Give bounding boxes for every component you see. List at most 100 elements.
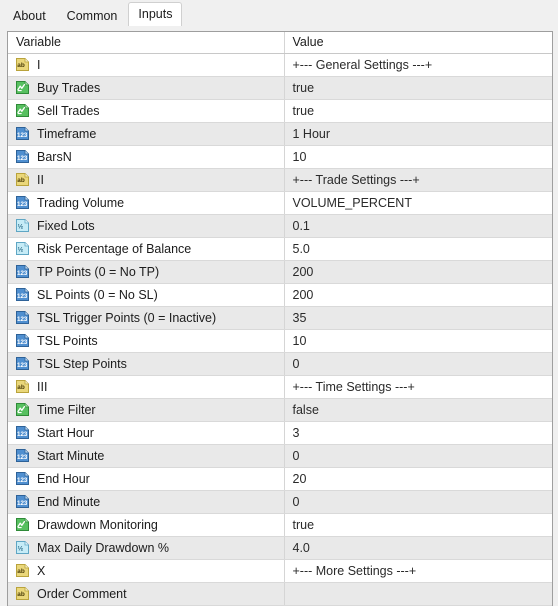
bool-icon [15,517,30,532]
table-row[interactable]: 123 End Minute 0 [8,490,552,514]
int-icon: 123 [15,195,30,210]
table-row[interactable]: 123 TSL Points 10 [8,329,552,353]
table-row[interactable]: Drawdown Monitoring true [8,513,552,537]
string-icon: ab [15,563,30,578]
value-text: 4.0 [292,540,310,555]
variable-cell: ½ Risk Percentage of Balance [8,237,284,261]
double-icon: ½ [15,241,30,256]
value-cell[interactable]: 200 [283,283,552,307]
tab-about[interactable]: About [3,5,56,26]
svg-text:123: 123 [17,339,28,346]
table-row[interactable]: 123 Timeframe 1 Hour [8,122,552,146]
table-row[interactable]: Time Filter false [8,398,552,422]
value-cell[interactable]: +--- General Settings ---+ [283,53,552,77]
tab-common[interactable]: Common [56,5,128,26]
int-icon: 123 [15,333,30,348]
variable-cell: 123 Start Minute [8,444,284,468]
value-cell[interactable]: +--- Time Settings ---+ [283,375,552,399]
table-row[interactable]: 123 Start Minute 0 [8,444,552,468]
variable-cell: 123 TSL Trigger Points (0 = Inactive) [8,306,284,330]
table-row[interactable]: ½ Fixed Lots 0.1 [8,214,552,238]
value-cell[interactable]: 10 [283,145,552,169]
value-cell[interactable]: true [283,513,552,537]
svg-text:123: 123 [17,477,28,484]
table-row[interactable]: ab II +--- Trade Settings ---+ [8,168,552,192]
variable-cell: ab X [8,559,284,583]
variable-cell: ½ Max Daily Drawdown % [8,536,284,560]
table-row[interactable]: ab Order Comment [8,582,552,606]
table-row[interactable]: 123 TSL Trigger Points (0 = Inactive) 35 [8,306,552,330]
int-icon: 123 [15,494,30,509]
svg-text:123: 123 [17,454,28,461]
value-cell[interactable]: true [283,76,552,100]
table-row[interactable]: ab III +--- Time Settings ---+ [8,375,552,399]
value-cell[interactable]: 35 [283,306,552,330]
table-row[interactable]: ½ Risk Percentage of Balance 5.0 [8,237,552,261]
table-row[interactable]: 123 End Hour 20 [8,467,552,491]
table-row[interactable]: Buy Trades true [8,76,552,100]
column-header-variable[interactable]: Variable [8,32,284,54]
table-row[interactable]: 123 TSL Step Points 0 [8,352,552,376]
value-cell[interactable]: 10 [283,329,552,353]
value-cell[interactable] [283,582,552,606]
value-cell[interactable]: true [283,99,552,123]
variable-label: TSL Points [37,333,98,348]
table-row[interactable]: 123 Trading Volume VOLUME_PERCENT [8,191,552,215]
int-icon: 123 [15,126,30,141]
value-cell[interactable]: 0 [283,444,552,468]
variable-cell: 123 TP Points (0 = No TP) [8,260,284,284]
value-text: 10 [292,333,307,348]
table-header-row: Variable Value [8,32,552,54]
int-icon: 123 [15,471,30,486]
table-row[interactable]: Sell Trades true [8,99,552,123]
variable-cell: 123 TSL Points [8,329,284,353]
variable-label: TSL Step Points [37,356,127,371]
value-text: true [292,80,315,95]
value-cell[interactable]: 4.0 [283,536,552,560]
variable-label: Buy Trades [37,80,101,95]
table-row[interactable]: 123 SL Points (0 = No SL) 200 [8,283,552,307]
tab-inputs[interactable]: Inputs [128,2,183,26]
value-cell[interactable]: 0.1 [283,214,552,238]
table-row[interactable]: ab X +--- More Settings ---+ [8,559,552,583]
variable-label: TSL Trigger Points (0 = Inactive) [37,310,217,325]
variable-cell: 123 SL Points (0 = No SL) [8,283,284,307]
value-cell[interactable]: 20 [283,467,552,491]
variable-cell: 123 Timeframe [8,122,284,146]
value-text: 10 [292,149,307,164]
value-cell[interactable]: 5.0 [283,237,552,261]
variable-cell: 123 TSL Step Points [8,352,284,376]
value-text: 0 [292,356,300,371]
table-row[interactable]: 123 Start Hour 3 [8,421,552,445]
table-row[interactable]: 123 TP Points (0 = No TP) 200 [8,260,552,284]
value-text: 1 Hour [292,126,331,141]
variable-cell: ab III [8,375,284,399]
value-cell[interactable]: 3 [283,421,552,445]
table-row[interactable]: ab I +--- General Settings ---+ [8,53,552,77]
value-cell[interactable]: +--- More Settings ---+ [283,559,552,583]
value-cell[interactable]: 0 [283,490,552,514]
column-header-value[interactable]: Value [283,32,552,54]
value-cell[interactable]: 200 [283,260,552,284]
variable-cell: ab I [8,53,284,77]
variable-label: Risk Percentage of Balance [37,241,192,256]
table-row[interactable]: ½ Max Daily Drawdown % 4.0 [8,536,552,560]
int-icon: 123 [15,310,30,325]
svg-text:123: 123 [17,293,28,300]
svg-text:123: 123 [17,500,28,507]
value-cell[interactable]: 1 Hour [283,122,552,146]
value-cell[interactable]: +--- Trade Settings ---+ [283,168,552,192]
svg-text:ab: ab [17,62,25,69]
value-text: +--- Trade Settings ---+ [292,172,420,187]
value-text: true [292,103,315,118]
variable-label: Max Daily Drawdown % [37,540,169,555]
value-text: +--- Time Settings ---+ [292,379,415,394]
value-cell[interactable]: VOLUME_PERCENT [283,191,552,215]
table-row[interactable]: 123 BarsN 10 [8,145,552,169]
svg-text:123: 123 [17,431,28,438]
value-cell[interactable]: 0 [283,352,552,376]
variable-label: Timeframe [37,126,97,141]
svg-text:½: ½ [18,545,24,553]
double-icon: ½ [15,540,30,555]
value-cell[interactable]: false [283,398,552,422]
